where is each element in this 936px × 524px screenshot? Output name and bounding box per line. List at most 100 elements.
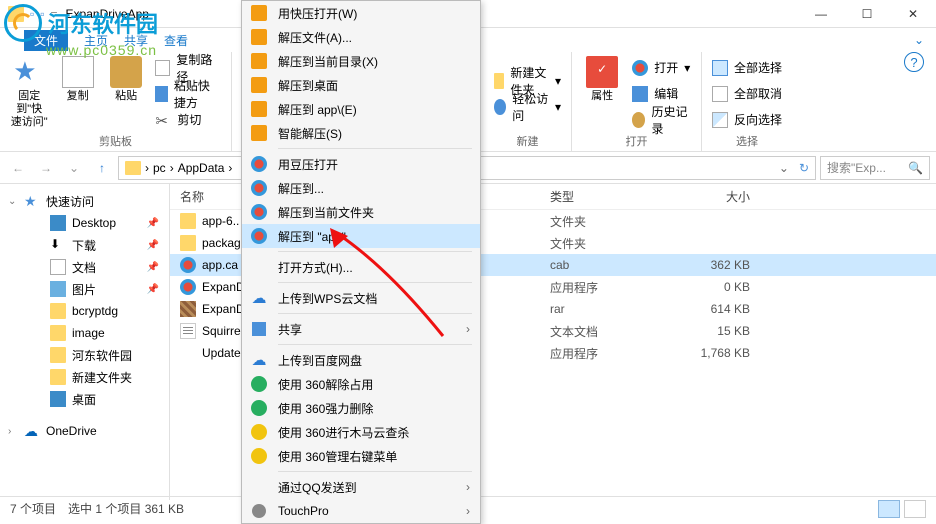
nav-item-icon xyxy=(50,369,66,385)
view-icons-button[interactable] xyxy=(904,500,926,518)
sidebar-item[interactable]: ⬇ 下载 📌 xyxy=(0,234,169,256)
file-icon xyxy=(180,279,196,295)
menu-item-label: 使用 360管理右键菜单 xyxy=(278,448,397,465)
sidebar-item[interactable]: Desktop📌 xyxy=(0,212,169,234)
copy-path-button[interactable]: 复制路径 xyxy=(155,57,221,79)
nav-item-icon: ⬇ xyxy=(50,237,66,253)
breadcrumb-segment[interactable]: pc xyxy=(153,161,166,175)
easy-access-button[interactable]: 轻松访问▾ xyxy=(494,96,561,118)
minimize-button[interactable]: — xyxy=(798,0,844,28)
cut-button[interactable]: ✂剪切 xyxy=(155,109,221,131)
forward-button[interactable]: → xyxy=(34,156,58,180)
tab-file[interactable]: 文件 xyxy=(24,30,68,51)
context-menu-item[interactable]: ☁上传到百度网盘 xyxy=(242,348,480,372)
status-item-count: 7 个项目 xyxy=(10,500,56,517)
tab-view[interactable]: 查看 xyxy=(164,32,188,49)
breadcrumb-segment[interactable]: AppData xyxy=(178,161,225,175)
navigation-pane: ⌄★快速访问 Desktop📌 ⬇ 下载 📌 文档📌图片📌bcryptdgimage 河东… xyxy=(0,184,170,500)
nav-item-label: 河东软件园 xyxy=(72,347,132,364)
ribbon-collapse-icon[interactable]: ⌄ xyxy=(914,33,924,47)
file-type: 应用程序 xyxy=(550,345,670,362)
col-type[interactable]: 类型 xyxy=(550,188,670,205)
nav-item-label: 新建文件夹 xyxy=(72,369,132,386)
context-menu-item[interactable]: 使用 360管理右键菜单 xyxy=(242,444,480,468)
qat-properties-icon[interactable]: ▫ xyxy=(30,7,34,21)
nav-item-label: 下载 xyxy=(72,237,96,254)
context-menu-item[interactable]: 解压到当前目录(X) xyxy=(242,49,480,73)
paste-button[interactable]: 粘贴 xyxy=(107,56,145,131)
context-menu-item[interactable]: 用豆压打开 xyxy=(242,152,480,176)
context-menu: 用快压打开(W)解压文件(A)...解压到当前目录(X) 解压到桌面解压到 app… xyxy=(241,0,481,524)
copy-button[interactable]: 复制 xyxy=(58,56,96,131)
search-input[interactable]: 搜索"Exp... 🔍 xyxy=(820,156,930,180)
select-all-button[interactable]: 全部选择 xyxy=(712,57,782,79)
menu-item-icon xyxy=(250,179,268,197)
sidebar-item[interactable]: bcryptdg xyxy=(0,300,169,322)
properties-button[interactable]: ✓ 属性 xyxy=(582,56,622,131)
context-menu-item[interactable]: 打开方式(H)... xyxy=(242,255,480,279)
context-menu-item[interactable]: TouchPro› xyxy=(242,499,480,523)
context-menu-item[interactable]: 使用 360进行木马云查杀 xyxy=(242,420,480,444)
history-button[interactable]: 历史记录 xyxy=(632,109,691,131)
menu-item-icon xyxy=(250,203,268,221)
menu-item-label: 使用 360强力删除 xyxy=(278,400,373,417)
context-menu-item[interactable]: ☁上传到WPS云文档 xyxy=(242,286,480,310)
sidebar-item[interactable]: image xyxy=(0,322,169,344)
open-button[interactable]: 打开▾ xyxy=(632,57,691,79)
menu-item-label: 解压到... xyxy=(278,180,324,197)
qat-newfolder-icon[interactable]: ▫ xyxy=(40,7,44,21)
file-icon xyxy=(180,235,196,251)
tab-share[interactable]: 共享 xyxy=(124,32,148,49)
window-title: ExpanDriveApp xyxy=(66,7,149,21)
select-none-button[interactable]: 全部取消 xyxy=(712,83,782,105)
context-menu-item[interactable]: 用快压打开(W) xyxy=(242,1,480,25)
view-details-button[interactable] xyxy=(878,500,900,518)
context-menu-item[interactable]: 解压到... xyxy=(242,176,480,200)
menu-item-icon xyxy=(250,155,268,173)
close-button[interactable]: ✕ xyxy=(890,0,936,28)
file-size: 0 KB xyxy=(670,280,770,294)
edit-button[interactable]: 编辑 xyxy=(632,83,691,105)
context-menu-item[interactable]: 解压到 app\(E) xyxy=(242,97,480,121)
nav-item-icon xyxy=(50,281,66,297)
pin-quick-access-button[interactable]: ★ 固定到"快 速访问" xyxy=(10,56,48,131)
refresh-icon[interactable]: ↻ xyxy=(799,161,809,175)
maximize-button[interactable]: ☐ xyxy=(844,0,890,28)
nav-onedrive[interactable]: ›☁OneDrive xyxy=(0,420,169,442)
sidebar-item[interactable]: 文档📌 xyxy=(0,256,169,278)
submenu-arrow-icon: › xyxy=(466,480,470,494)
pin-icon: 📌 xyxy=(147,240,159,251)
paste-shortcut-button[interactable]: 粘贴快捷方 xyxy=(155,83,221,105)
sidebar-item[interactable]: 桌面 xyxy=(0,388,169,410)
context-menu-item[interactable]: 使用 360解除占用 xyxy=(242,372,480,396)
file-type: cab xyxy=(550,258,670,272)
menu-item-label: 通过QQ发送到 xyxy=(278,479,357,496)
context-menu-item[interactable]: 智能解压(S) xyxy=(242,121,480,145)
menu-item-icon xyxy=(250,320,268,338)
file-type: 文件夹 xyxy=(550,235,670,252)
context-menu-item[interactable]: 使用 360强力删除 xyxy=(242,396,480,420)
sidebar-item[interactable]: 图片📌 xyxy=(0,278,169,300)
file-type: 应用程序 xyxy=(550,279,670,296)
group-label-clipboard: 剪贴板 xyxy=(10,131,221,149)
help-icon[interactable]: ? xyxy=(904,52,924,72)
menu-item-label: 解压到桌面 xyxy=(278,77,338,94)
col-size[interactable]: 大小 xyxy=(670,188,770,205)
context-menu-item[interactable]: 解压到 "app" xyxy=(242,224,480,248)
sidebar-item[interactable]: 新建文件夹 xyxy=(0,366,169,388)
recent-button[interactable]: ⌄ xyxy=(62,156,86,180)
file-size: 1,768 KB xyxy=(670,346,770,360)
context-menu-item[interactable]: 解压到当前文件夹 xyxy=(242,200,480,224)
context-menu-item[interactable]: 解压到桌面 xyxy=(242,73,480,97)
tab-home[interactable]: 主页 xyxy=(84,32,108,49)
back-button[interactable]: ← xyxy=(6,156,30,180)
nav-quick-access[interactable]: ⌄★快速访问 xyxy=(0,190,169,212)
context-menu-item[interactable]: 共享› xyxy=(242,317,480,341)
context-menu-item[interactable]: 通过QQ发送到 › xyxy=(242,475,480,499)
new-folder-button[interactable]: 新建文件夹▾ xyxy=(494,70,561,92)
sidebar-item[interactable]: 河东软件园 xyxy=(0,344,169,366)
context-menu-item[interactable]: 解压文件(A)... xyxy=(242,25,480,49)
invert-selection-button[interactable]: 反向选择 xyxy=(712,109,782,131)
up-button[interactable]: ↑ xyxy=(90,156,114,180)
menu-item-icon xyxy=(250,124,268,142)
